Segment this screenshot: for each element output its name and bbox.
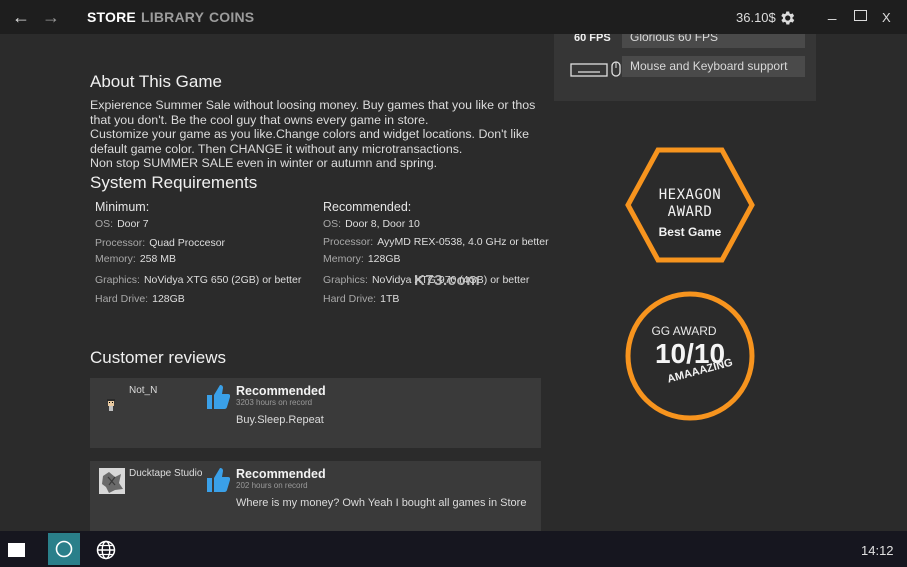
review-card[interactable]: Ducktape Studio Recommended 202 hours on… — [90, 461, 541, 531]
review-verdict: Recommended — [236, 467, 326, 481]
watermark-logo: K73.com — [414, 272, 481, 289]
hexagon-award-subtitle: AWARD — [667, 204, 713, 220]
globe-icon[interactable] — [96, 540, 116, 560]
req-value: Door 7 — [117, 218, 149, 230]
title-bar: ← → STORE LIBRARY COINS 36.10$ _ X — [0, 0, 907, 34]
req-key: Graphics: — [95, 274, 140, 286]
req-value: Quad Proccesor — [149, 237, 226, 249]
gear-icon[interactable] — [778, 9, 796, 27]
min-graphics: Graphics: NoVidya XTG 650 (2GB) or better — [95, 274, 301, 286]
about-title: About This Game — [90, 72, 222, 91]
req-value: 1TB — [380, 293, 400, 305]
review-card[interactable]: Not_N Recommended 3203 hours on record B… — [90, 378, 541, 448]
req-key: OS: — [323, 218, 342, 230]
rec-memory: Memory: 128GB — [323, 253, 401, 265]
close-button[interactable]: X — [882, 10, 891, 25]
fps-value: Glorious 60 FPS — [622, 34, 805, 48]
circle-search-icon — [55, 540, 73, 558]
req-key: Processor: — [95, 237, 146, 249]
minimum-label: Minimum: — [95, 200, 150, 214]
req-value: 258 MB — [139, 253, 177, 265]
req-key: Graphics: — [323, 274, 368, 286]
maximize-button[interactable] — [854, 10, 867, 21]
fps-label: 60 FPS — [574, 34, 611, 44]
tab-coins[interactable]: COINS — [209, 9, 254, 25]
requirements-title: System Requirements — [90, 173, 258, 192]
thumbs-up-icon — [207, 385, 230, 409]
start-square-icon[interactable] — [8, 543, 25, 557]
tab-store[interactable]: STORE — [87, 9, 136, 25]
req-value: AyyMD REX-0538, 4.0 GHz or better — [377, 236, 549, 248]
req-value: NoVidya XTG 650 (2GB) or better — [143, 274, 302, 286]
min-memory: Memory: 258 MB — [95, 253, 176, 265]
clock: 14:12 — [861, 543, 894, 558]
req-key: Hard Drive: — [323, 293, 377, 305]
review-username[interactable]: Not_N — [129, 385, 157, 396]
review-hours: 3203 hours on record — [236, 398, 313, 407]
rec-hard-drive: Hard Drive: 1TB — [323, 293, 399, 305]
about-text: Expierence Summer Sale without loosing m… — [90, 98, 540, 171]
gg-award-score: 10/10 — [654, 338, 726, 369]
req-key: Hard Drive: — [95, 293, 149, 305]
rec-os: OS: Door 8, Door 10 — [323, 218, 420, 230]
req-key: Processor: — [323, 236, 374, 248]
req-key: Memory: — [323, 253, 364, 265]
req-value: 128GB — [367, 253, 401, 265]
review-username[interactable]: Ducktape Studio — [129, 468, 202, 479]
search-taskbar-button[interactable] — [48, 533, 80, 565]
arrow-left-icon[interactable]: ← — [12, 7, 30, 27]
min-hard-drive: Hard Drive: 128GB — [95, 293, 185, 305]
req-value: 128GB — [152, 293, 185, 305]
input-support-value: Mouse and Keyboard support — [622, 56, 805, 77]
about-line: Customize your game as you like.Change c… — [90, 127, 530, 156]
recommended-label: Recommended: — [323, 200, 412, 214]
min-processor: Processor: Quad Proccesor — [95, 237, 225, 249]
gg-award-title: GG AWARD — [651, 324, 717, 338]
about-line: Non stop SUMMER SALE even in winter or a… — [90, 156, 438, 170]
min-os: OS: Door 7 — [95, 218, 149, 230]
review-text: Where is my money? Owh Yeah I bought all… — [236, 497, 527, 509]
store-page: 60 FPS Glorious 60 FPS Mouse and Keyboar… — [0, 34, 907, 531]
taskbar: 14:12 — [0, 531, 907, 567]
review-verdict: Recommended — [236, 384, 326, 398]
thumbs-up-icon — [207, 468, 230, 492]
hexagon-award-caption: Best Game — [658, 225, 722, 239]
reviews-title: Customer reviews — [90, 348, 227, 367]
rec-processor: Processor: AyyMD REX-0538, 4.0 GHz or bet… — [323, 236, 549, 248]
coin-balance: 36.10$ — [736, 10, 776, 25]
tab-library[interactable]: LIBRARY — [141, 9, 204, 25]
req-key: OS: — [95, 218, 114, 230]
req-key: Memory: — [95, 253, 136, 265]
features-panel: 60 FPS Glorious 60 FPS Mouse and Keyboar… — [554, 34, 816, 101]
avatar — [107, 399, 115, 411]
review-hours: 202 hours on record — [236, 481, 308, 490]
review-text: Buy.Sleep.Repeat — [236, 414, 324, 426]
keyboard-mouse-icon — [570, 61, 621, 77]
hexagon-award-title: HEXAGON — [658, 187, 722, 203]
req-value: Door 8, Door 10 — [345, 218, 420, 230]
about-line: Expierence Summer Sale without loosing m… — [90, 98, 536, 127]
minimize-button[interactable]: _ — [828, 4, 836, 21]
avatar — [99, 468, 125, 494]
arrow-right-icon[interactable]: → — [42, 7, 60, 27]
